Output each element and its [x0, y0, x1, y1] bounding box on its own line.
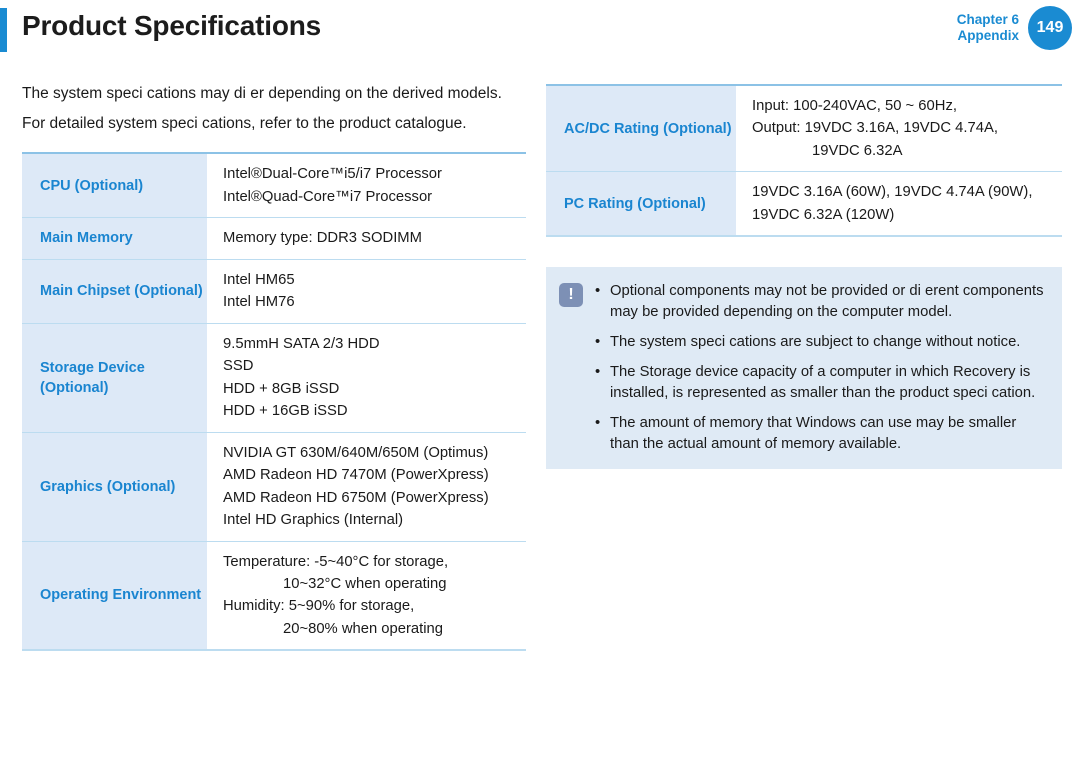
list-item: • Optional components may not be provide…	[593, 281, 1046, 323]
chapter-label: Chapter 6 Appendix	[957, 12, 1019, 45]
spec-value-line: Intel®Quad-Core™i7 Processor	[223, 188, 433, 205]
note-list: • Optional components may not be provide…	[593, 281, 1046, 455]
page-number-badge: 149	[1028, 6, 1072, 50]
spec-value: NVIDIA GT 630M/640M/650M (Optimus) AMD R…	[207, 431, 526, 542]
intro-paragraph-2: For detailed system speci cations, refer…	[22, 114, 467, 132]
bullet-icon: •	[595, 334, 601, 351]
right-spec-table: AC/DC Rating (Optional) Input: 100-240VA…	[546, 84, 1062, 238]
left-column: The system speci cations may di er depen…	[0, 84, 540, 652]
spec-label: Storage Device (Optional)	[22, 322, 207, 433]
spec-value-line: 9.5mmH SATA 2/3 HDD	[223, 335, 380, 352]
chapter-number: Chapter 6	[956, 11, 1019, 27]
spec-value-line: 19VDC 6.32A	[812, 142, 903, 159]
spec-label: Graphics (Optional)	[22, 431, 207, 542]
spec-value-line: 19VDC 6.32A (120W)	[752, 206, 895, 223]
spec-value: Memory type: DDR3 SODIMM	[207, 217, 526, 260]
page-title: Product Specifications	[22, 10, 321, 41]
spec-value-line: SSD	[223, 358, 254, 375]
right-spec-table-body: AC/DC Rating (Optional) Input: 100-240VA…	[546, 85, 1062, 237]
bullet-icon: •	[595, 283, 601, 300]
spec-label: Operating Environment	[22, 540, 207, 651]
table-row: Main Memory Memory type: DDR3 SODIMM	[22, 217, 526, 260]
spec-value: 19VDC 3.16A (60W), 19VDC 4.74A (90W), 19…	[736, 171, 1062, 237]
table-row: PC Rating (Optional) 19VDC 3.16A (60W), …	[546, 171, 1062, 237]
spec-value-line: Intel HM76	[223, 294, 295, 311]
spec-value-line: Intel®Dual-Core™i5/i7 Processor	[223, 166, 442, 183]
note-text: The Storage device capacity of a compute…	[610, 364, 1036, 402]
bullet-icon: •	[595, 415, 601, 432]
spec-label: CPU (Optional)	[22, 153, 207, 218]
spec-label: PC Rating (Optional)	[546, 171, 736, 237]
spec-value: 9.5mmH SATA 2/3 HDD SSD HDD + 8GB iSSD H…	[207, 322, 526, 433]
spec-value-line: Intel HM65	[223, 271, 295, 288]
spec-value-line: HDD + 16GB iSSD	[223, 403, 348, 420]
note-text: Optional components may not be provided …	[610, 283, 1044, 321]
spec-value: Intel HM65 Intel HM76	[207, 258, 526, 324]
spec-value-line: AMD Radeon HD 7470M (PowerXpress)	[223, 467, 489, 484]
spec-value-line: HDD + 8GB iSSD	[223, 380, 340, 397]
spec-value: Input: 100-240VAC, 50 ~ 60Hz, Output: 19…	[736, 85, 1062, 172]
spec-value-line: NVIDIA GT 630M/640M/650M (Optimus)	[223, 444, 489, 461]
content-columns: The system speci cations may di er depen…	[0, 84, 1080, 652]
exclamation-note-icon: !	[559, 283, 583, 308]
spec-value-line: 10~32°C when operating	[283, 576, 447, 592]
table-row: Main Chipset (Optional) Intel HM65 Intel…	[22, 258, 526, 324]
list-item: • The Storage device capacity of a compu…	[593, 362, 1046, 404]
spec-value-line: Temperature: -5~40°C for storage,	[223, 553, 449, 570]
spec-value-line: 20~80% when operating	[283, 620, 444, 637]
note-text: The system speci cations are subject to …	[610, 334, 1021, 351]
note-callout-box: ! • Optional components may not be provi…	[546, 267, 1062, 470]
table-row: CPU (Optional) Intel®Dual-Core™i5/i7 Pro…	[22, 153, 526, 218]
spec-value: Intel®Dual-Core™i5/i7 Processor Intel®Qu…	[207, 153, 526, 218]
bullet-icon: •	[595, 364, 601, 381]
right-column: AC/DC Rating (Optional) Input: 100-240VA…	[540, 84, 1080, 651]
left-spec-table: CPU (Optional) Intel®Dual-Core™i5/i7 Pro…	[22, 152, 526, 652]
spec-value-line: 19VDC 3.16A (60W), 19VDC 4.74A (90W),	[752, 184, 1033, 201]
spec-label: Main Memory	[22, 217, 207, 260]
table-row: Storage Device (Optional) 9.5mmH SATA 2/…	[22, 322, 526, 433]
chapter-section: Appendix	[957, 28, 1019, 43]
intro-paragraph-1: The system speci cations may di er depen…	[22, 85, 502, 102]
list-item: • The system speci cations are subject t…	[593, 332, 1046, 353]
spec-value-line: Intel HD Graphics (Internal)	[223, 512, 404, 529]
spec-value: Temperature: -5~40°C for storage, 10~32°…	[207, 540, 526, 651]
table-row: AC/DC Rating (Optional) Input: 100-240VA…	[546, 85, 1062, 172]
table-row: Graphics (Optional) NVIDIA GT 630M/640M/…	[22, 431, 526, 542]
header-chapter-indicator: Chapter 6 Appendix 149	[957, 6, 1072, 50]
note-text: The amount of memory that Windows can us…	[610, 415, 1017, 453]
list-item: • The amount of memory that Windows can …	[593, 413, 1046, 455]
spec-value-line: Input: 100-240VAC, 50 ~ 60Hz,	[752, 98, 957, 114]
spec-label: Main Chipset (Optional)	[22, 258, 207, 324]
table-row: Operating Environment Temperature: -5~40…	[22, 540, 526, 651]
header-accent-bar	[0, 8, 7, 52]
spec-label: AC/DC Rating (Optional)	[546, 85, 736, 172]
left-spec-table-body: CPU (Optional) Intel®Dual-Core™i5/i7 Pro…	[22, 153, 526, 651]
spec-value-line: Output: 19VDC 3.16A, 19VDC 4.74A,	[752, 120, 998, 137]
page-header: Product Specifications Chapter 6 Appendi…	[0, 0, 1080, 62]
spec-value-line: Memory type: DDR3 SODIMM	[223, 230, 422, 247]
intro-text: The system speci cations may di er depen…	[22, 84, 526, 134]
spec-value-line: AMD Radeon HD 6750M (PowerXpress)	[223, 489, 489, 506]
spec-value-line: Humidity: 5~90% for storage,	[223, 598, 415, 615]
